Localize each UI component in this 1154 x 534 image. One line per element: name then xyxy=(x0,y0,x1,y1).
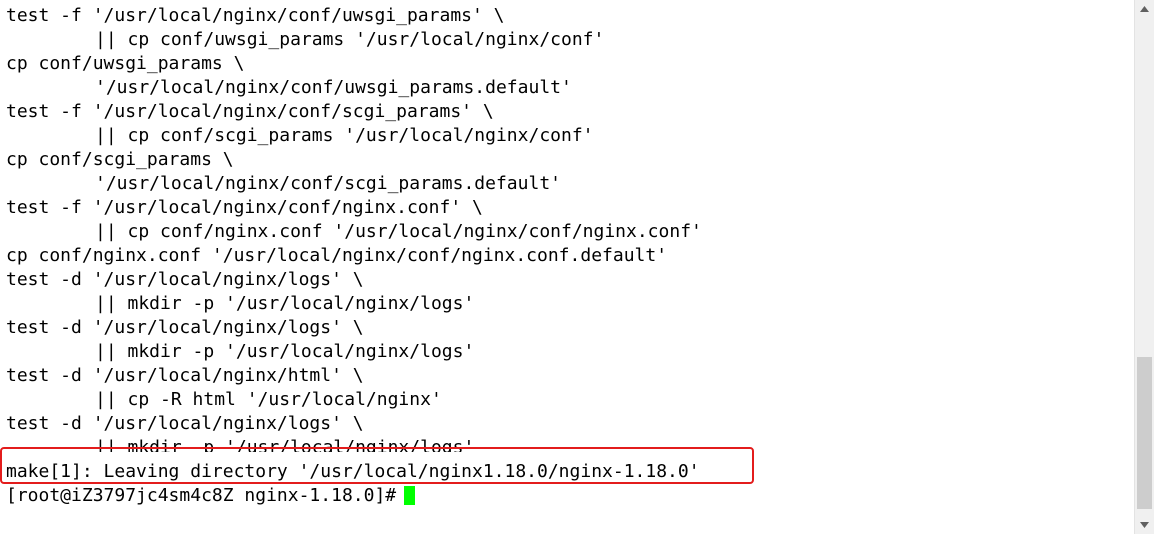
terminal-line-text: '/usr/local/nginx/conf/uwsgi_params.defa… xyxy=(95,77,572,98)
vertical-scrollbar[interactable] xyxy=(1134,0,1154,534)
terminal-line: || cp conf/scgi_params '/usr/local/nginx… xyxy=(6,124,702,148)
terminal-line: || mkdir -p '/usr/local/nginx/logs' xyxy=(6,292,702,316)
terminal-line: cp conf/scgi_params \ xyxy=(6,148,702,172)
terminal-line: test -d '/usr/local/nginx/logs' \ xyxy=(6,412,702,436)
terminal-line: || mkdir -p '/usr/local/nginx/logs' xyxy=(6,436,702,452)
terminal-line: || cp conf/uwsgi_params '/usr/local/ngin… xyxy=(6,28,702,52)
terminal-line: test -d '/usr/local/nginx/html' \ xyxy=(6,364,702,388)
scroll-down-button[interactable] xyxy=(1135,516,1154,534)
terminal-line-text: '/usr/local/nginx/conf/scgi_params.defau… xyxy=(95,173,561,194)
terminal-line: || mkdir -p '/usr/local/nginx/logs' xyxy=(6,340,702,364)
terminal-line-text: || cp -R html '/usr/local/nginx' xyxy=(95,389,442,410)
terminal-line: test -f '/usr/local/nginx/conf/scgi_para… xyxy=(6,100,702,124)
terminal-line: test -d '/usr/local/nginx/logs' \ xyxy=(6,268,702,292)
prompt-line[interactable]: [root@iZ3797jc4sm4c8Z nginx-1.18.0]# xyxy=(6,484,702,508)
terminal-line: '/usr/local/nginx/conf/scgi_params.defau… xyxy=(6,172,702,196)
shell-prompt: [root@iZ3797jc4sm4c8Z nginx-1.18.0]# xyxy=(6,485,397,506)
terminal-line: test -d '/usr/local/nginx/logs' \ xyxy=(6,316,702,340)
terminal-line-text: || mkdir -p '/usr/local/nginx/logs' xyxy=(95,293,475,314)
terminal-line-text: test -d '/usr/local/nginx/logs' \ xyxy=(6,317,364,338)
terminal-line-text: || mkdir -p '/usr/local/nginx/logs' xyxy=(95,341,475,362)
terminal-line: cp conf/uwsgi_params \ xyxy=(6,52,702,76)
terminal-line: cp conf/nginx.conf '/usr/local/nginx/con… xyxy=(6,244,702,268)
terminal-line: '/usr/local/nginx/conf/uwsgi_params.defa… xyxy=(6,76,702,100)
triangle-up-icon xyxy=(1140,6,1149,12)
terminal-line: || cp -R html '/usr/local/nginx' xyxy=(6,388,702,412)
terminal-line-text: || cp conf/uwsgi_params '/usr/local/ngin… xyxy=(95,29,605,50)
terminal-line: test -f '/usr/local/nginx/conf/nginx.con… xyxy=(6,196,702,220)
terminal-line-text: cp conf/scgi_params \ xyxy=(6,149,234,170)
terminal-line-text: test -f '/usr/local/nginx/conf/uwsgi_par… xyxy=(6,5,505,26)
terminal-line-text: test -d '/usr/local/nginx/html' \ xyxy=(6,365,364,386)
text-cursor xyxy=(404,486,416,505)
terminal-line-text: test -d '/usr/local/nginx/logs' \ xyxy=(6,413,364,434)
terminal-line: test -f '/usr/local/nginx/conf/uwsgi_par… xyxy=(6,4,702,28)
terminal-line-text: cp conf/uwsgi_params \ xyxy=(6,53,245,74)
terminal-line-text: || mkdir -p '/usr/local/nginx/logs' xyxy=(95,437,475,452)
terminal-line-text: || cp conf/scgi_params '/usr/local/nginx… xyxy=(95,125,594,146)
terminal-line-text: test -d '/usr/local/nginx/logs' \ xyxy=(6,269,364,290)
terminal-line: || cp conf/nginx.conf '/usr/local/nginx/… xyxy=(6,220,702,244)
terminal-line-text: test -f '/usr/local/nginx/conf/scgi_para… xyxy=(6,101,494,122)
terminal-output: test -f '/usr/local/nginx/conf/uwsgi_par… xyxy=(6,4,702,508)
terminal-line-text: || cp conf/nginx.conf '/usr/local/nginx/… xyxy=(95,221,702,242)
terminal-line: make[1]: Leaving directory '/usr/local/n… xyxy=(6,460,702,484)
terminal-window[interactable]: test -f '/usr/local/nginx/conf/uwsgi_par… xyxy=(0,0,1134,534)
triangle-down-icon xyxy=(1140,522,1149,528)
scroll-up-button[interactable] xyxy=(1135,0,1154,18)
scrollbar-thumb[interactable] xyxy=(1137,357,1152,509)
terminal-line-text: make[1]: Leaving directory '/usr/local/n… xyxy=(6,461,700,482)
terminal-line-text: test -f '/usr/local/nginx/conf/nginx.con… xyxy=(6,197,483,218)
terminal-line-text: cp conf/nginx.conf '/usr/local/nginx/con… xyxy=(6,245,668,266)
